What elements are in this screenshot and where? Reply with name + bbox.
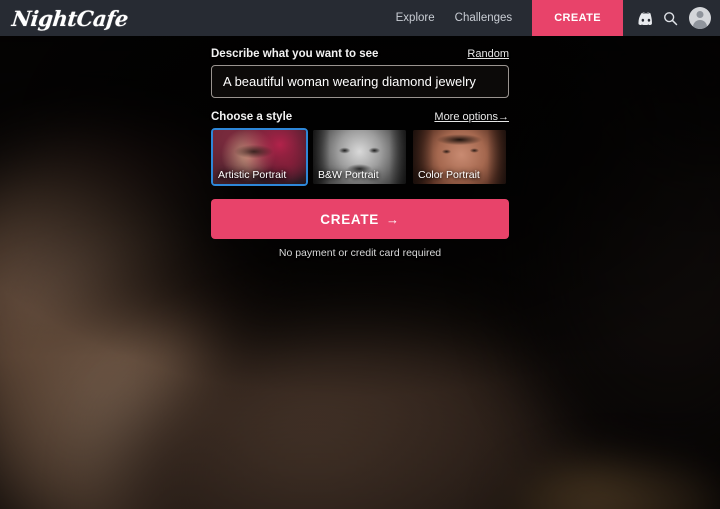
create-submit-label: CREATE: [320, 211, 379, 227]
style-card-artistic-portrait[interactable]: Artistic Portrait: [211, 128, 308, 186]
style-label-row: Choose a style More options→: [211, 111, 509, 123]
no-payment-note: No payment or credit card required: [278, 247, 442, 259]
style-card-label: Color Portrait: [418, 169, 480, 181]
style-card-label: Artistic Portrait: [218, 169, 287, 181]
prompt-label-row: Describe what you want to see Random: [211, 48, 509, 60]
create-nav-button[interactable]: CREATE: [532, 0, 623, 36]
discord-icon[interactable]: [631, 0, 657, 36]
style-options-row: Artistic Portrait B&W Portrait Color Por…: [211, 128, 509, 186]
more-options-text: More options: [434, 111, 498, 123]
style-label: Choose a style: [211, 111, 293, 123]
style-card-label: B&W Portrait: [318, 169, 379, 181]
random-prompt-link[interactable]: Random: [467, 48, 509, 60]
style-card-color-portrait[interactable]: Color Portrait: [411, 128, 508, 186]
brand-logo[interactable]: NightCafe: [11, 6, 130, 31]
create-submit-button[interactable]: CREATE →: [211, 199, 509, 239]
navbar-right-group: Explore Challenges CREATE: [386, 0, 720, 36]
prompt-input[interactable]: [211, 65, 509, 98]
prompt-label: Describe what you want to see: [211, 48, 379, 60]
avatar[interactable]: [689, 7, 711, 29]
arrow-right-icon: →: [386, 211, 400, 227]
sidebar-item-explore[interactable]: Explore: [386, 12, 445, 24]
search-icon[interactable]: [657, 0, 683, 36]
sidebar-item-challenges[interactable]: Challenges: [445, 12, 523, 24]
more-options-link[interactable]: More options→: [434, 111, 509, 123]
arrow-right-icon: →: [498, 111, 509, 123]
create-form-panel: Describe what you want to see Random Cho…: [211, 48, 509, 259]
nightcafe-create-page: NightCafe Explore Challenges CREATE Desc…: [0, 0, 720, 509]
top-navbar: NightCafe Explore Challenges CREATE: [0, 0, 720, 36]
style-card-bw-portrait[interactable]: B&W Portrait: [311, 128, 408, 186]
